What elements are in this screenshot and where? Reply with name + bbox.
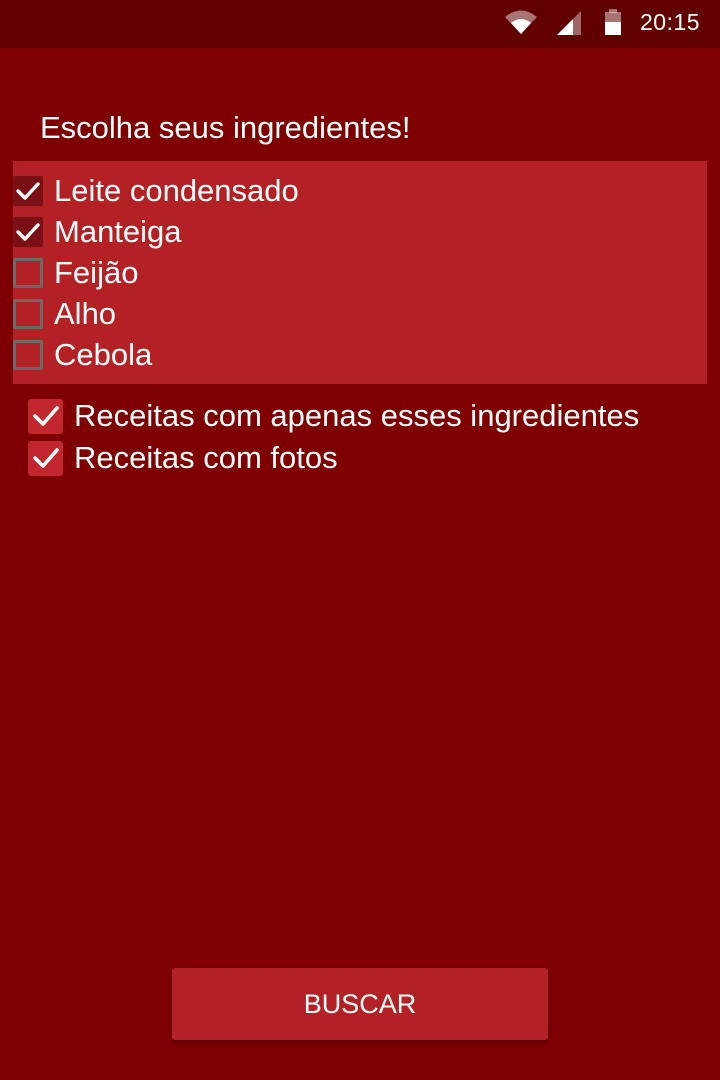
- checkbox-cebola[interactable]: [13, 340, 43, 370]
- checkmark-icon: [16, 223, 40, 241]
- ingredient-label: Alho: [54, 296, 117, 331]
- checkmark-icon: [16, 182, 40, 200]
- search-button[interactable]: BUSCAR: [172, 968, 548, 1040]
- wifi-icon: [505, 10, 537, 34]
- page-title: Escolha seus ingredientes!: [40, 110, 411, 145]
- status-time: 20:15: [640, 9, 701, 35]
- option-label: Receitas com fotos: [74, 440, 338, 475]
- battery-icon: [605, 9, 621, 35]
- ingredient-item-alho[interactable]: Alho: [13, 294, 116, 334]
- ingredient-item-cebola[interactable]: Cebola: [13, 335, 152, 375]
- option-only-these-ingredients[interactable]: Receitas com apenas esses ingredientes: [28, 395, 639, 437]
- checkbox-leite-condensado[interactable]: [13, 176, 43, 206]
- checkmark-icon: [32, 406, 59, 426]
- checkbox-manteiga[interactable]: [13, 217, 43, 247]
- checkbox-only-these-ingredients[interactable]: [28, 398, 63, 434]
- checkbox-feijao[interactable]: [13, 258, 43, 288]
- cell-signal-icon: [557, 11, 581, 35]
- option-with-photos[interactable]: Receitas com fotos: [28, 437, 338, 479]
- ingredient-item-leite-condensado[interactable]: Leite condensado: [13, 171, 299, 211]
- ingredient-item-manteiga[interactable]: Manteiga: [13, 212, 182, 252]
- checkbox-with-photos[interactable]: [28, 440, 63, 476]
- ingredient-label: Leite condensado: [54, 173, 299, 208]
- checkbox-alho[interactable]: [13, 299, 43, 329]
- status-bar: 20:15: [0, 0, 720, 48]
- option-label: Receitas com apenas esses ingredientes: [74, 398, 640, 433]
- ingredient-item-feijao[interactable]: Feijão: [13, 253, 138, 293]
- ingredient-label: Manteiga: [54, 214, 182, 249]
- ingredient-label: Feijão: [54, 255, 139, 290]
- checkmark-icon: [32, 448, 59, 468]
- ingredient-label: Cebola: [54, 337, 153, 372]
- ingredients-list: Leite condensado Manteiga Feijão Alho Ce…: [13, 161, 707, 384]
